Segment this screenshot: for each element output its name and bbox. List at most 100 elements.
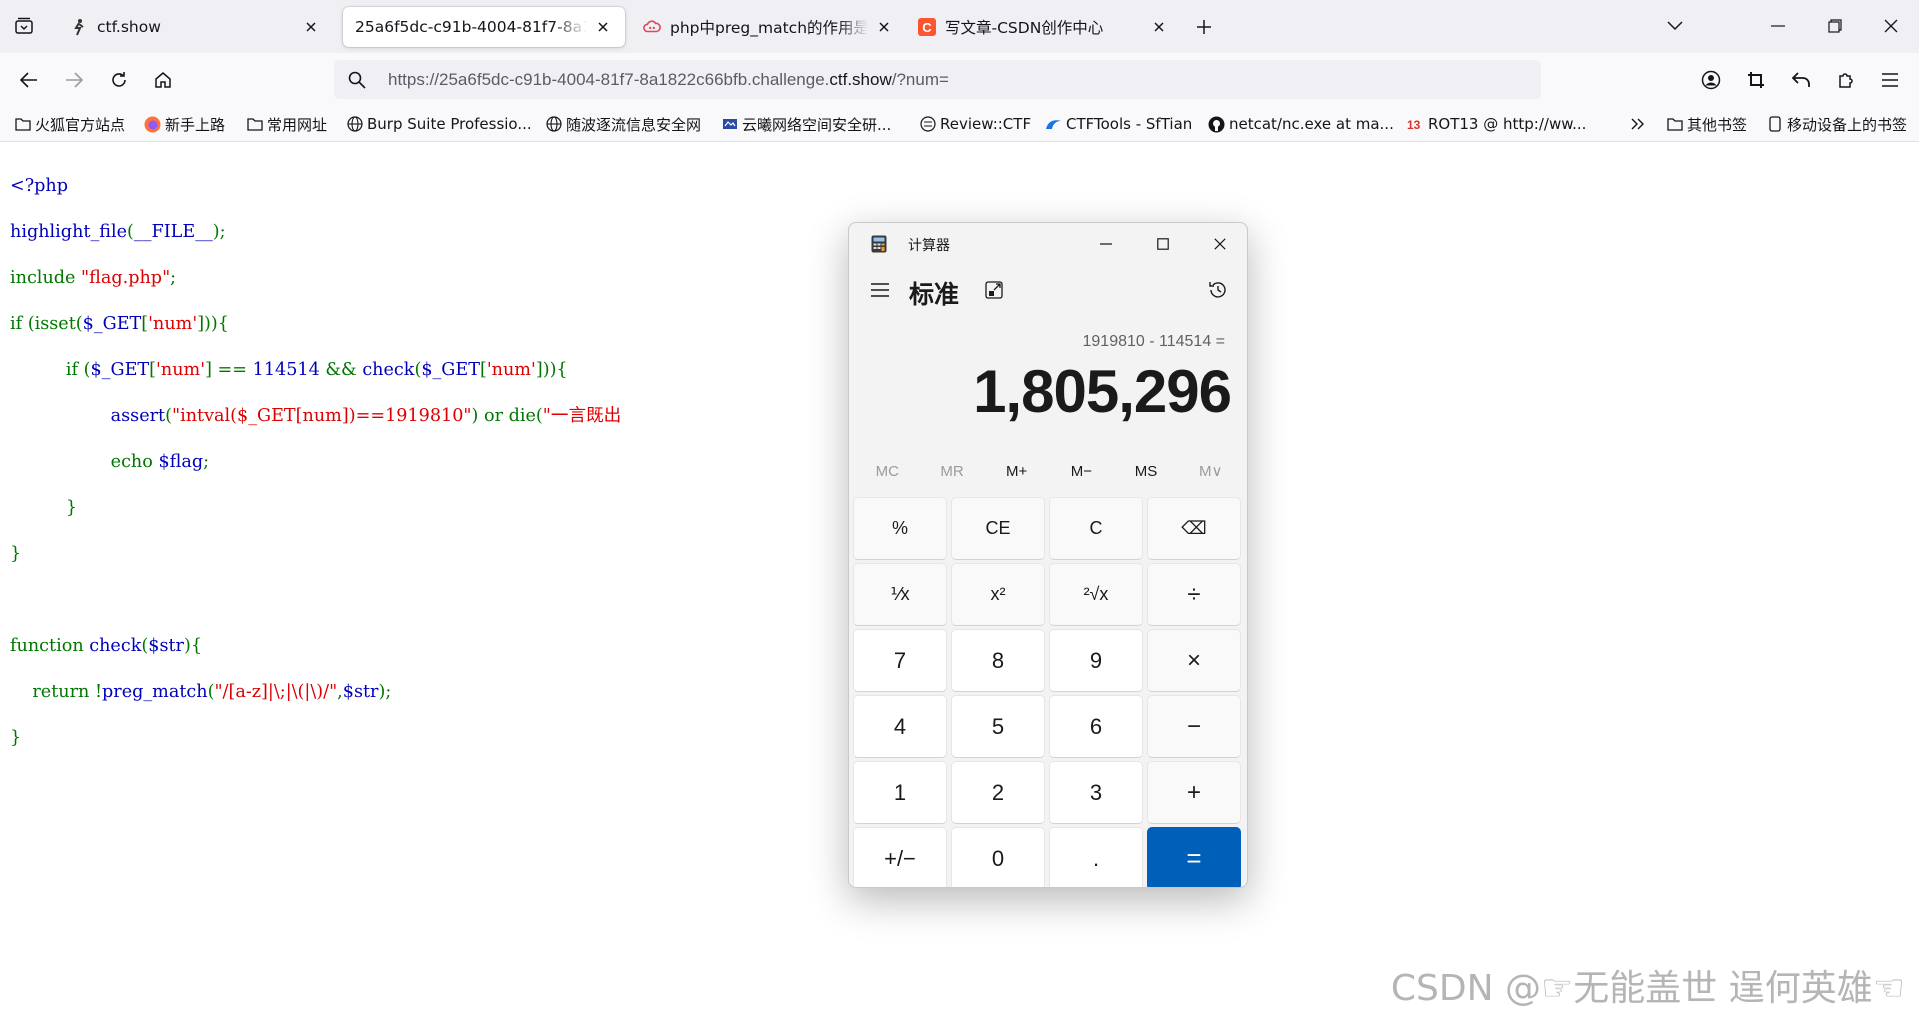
- code-token: or: [484, 406, 509, 426]
- bookmark-yunxi[interactable]: 云曦网络空间安全研...: [721, 113, 891, 135]
- keep-on-top-button[interactable]: [979, 275, 1009, 305]
- bookmark-other[interactable]: 其他书签: [1666, 113, 1747, 135]
- square-button[interactable]: x²: [951, 563, 1045, 626]
- calculator-close-button[interactable]: [1197, 227, 1243, 261]
- tab-ctfshow[interactable]: ctf.show: [58, 7, 333, 47]
- undo-close-button[interactable]: [1785, 64, 1817, 96]
- chevron-down-icon: [1667, 21, 1683, 31]
- digit-8-button[interactable]: 8: [951, 629, 1045, 692]
- negate-button[interactable]: +/−: [853, 827, 947, 887]
- screenshot-button[interactable]: [1740, 64, 1772, 96]
- home-button[interactable]: [147, 64, 179, 96]
- reciprocal-button[interactable]: ⅟x: [853, 563, 947, 626]
- memory-store-button[interactable]: MS: [1114, 453, 1179, 489]
- close-window-button[interactable]: [1871, 8, 1911, 44]
- memory-add-button[interactable]: M+: [984, 453, 1049, 489]
- bookmark-suibo[interactable]: 随波逐流信息安全网: [545, 113, 701, 135]
- digit-5-button[interactable]: 5: [951, 695, 1045, 758]
- url-bar[interactable]: https://25a6f5dc-c91b-4004-81f7-8a1822c6…: [334, 60, 1541, 99]
- calculator-result: 1,805,296: [973, 358, 1232, 425]
- ctfshow-favicon-icon: [70, 18, 88, 36]
- code-token: &&: [325, 360, 363, 380]
- bookmark-burp-suite[interactable]: Burp Suite Professio...: [346, 113, 532, 135]
- new-tab-button[interactable]: [1190, 13, 1218, 41]
- list-all-tabs-button[interactable]: [1655, 8, 1695, 44]
- digit-1-button[interactable]: 1: [853, 761, 947, 824]
- mobile-icon: [1766, 116, 1783, 133]
- account-button[interactable]: [1695, 64, 1727, 96]
- bookmarks-overflow-button[interactable]: [1629, 113, 1650, 135]
- bookmark-mobile[interactable]: 移动设备上的书签: [1766, 113, 1907, 135]
- digit-9-button[interactable]: 9: [1049, 629, 1143, 692]
- arrow-right-icon: [66, 72, 83, 88]
- digit-6-button[interactable]: 6: [1049, 695, 1143, 758]
- extensions-button[interactable]: [1830, 64, 1862, 96]
- digit-0-button[interactable]: 0: [951, 827, 1045, 887]
- url-text[interactable]: https://25a6f5dc-c91b-4004-81f7-8a1822c6…: [388, 70, 949, 90]
- code-token: !: [94, 682, 103, 702]
- clear-button[interactable]: C: [1049, 497, 1143, 560]
- tab-list-button[interactable]: [10, 12, 38, 40]
- clear-entry-button[interactable]: CE: [951, 497, 1045, 560]
- tab-challenge[interactable]: 25a6f5dc-c91b-4004-81f7-8a1822c66bfb: [343, 7, 625, 47]
- bookmark-review-ctf[interactable]: Review::CTF: [919, 113, 1031, 135]
- code-token: function: [10, 636, 90, 656]
- calculator-mode-title: 标准: [909, 281, 960, 309]
- code-token: highlight_file: [10, 222, 128, 242]
- tab-close-icon[interactable]: [874, 17, 894, 37]
- decimal-button[interactable]: .: [1049, 827, 1143, 887]
- tab-close-icon[interactable]: [1149, 17, 1169, 37]
- bookmark-common-sites[interactable]: 常用网址: [246, 113, 327, 135]
- code-token: $_GET: [421, 360, 480, 380]
- code-token: ){: [183, 636, 203, 656]
- digit-2-button[interactable]: 2: [951, 761, 1045, 824]
- memory-clear-button[interactable]: MC: [855, 453, 920, 489]
- forward-button[interactable]: [58, 64, 90, 96]
- calculator-maximize-button[interactable]: [1140, 227, 1186, 261]
- tab-title: 写文章-CSDN创作中心: [945, 19, 1104, 37]
- navigation-toolbar: https://25a6f5dc-c91b-4004-81f7-8a1822c6…: [0, 53, 1919, 106]
- bookmark-label: 火狐官方站点: [35, 115, 126, 134]
- backspace-button[interactable]: ⌫: [1147, 497, 1241, 560]
- memory-list-button[interactable]: M∨: [1178, 453, 1243, 489]
- code-token: );: [212, 222, 226, 242]
- code-line: }: [10, 727, 621, 750]
- code-line: <?php: [10, 175, 621, 198]
- equals-button[interactable]: =: [1147, 827, 1241, 887]
- code-line: }: [10, 543, 621, 566]
- code-token: "flag.php": [81, 268, 171, 288]
- bookmark-ctftools[interactable]: CTFTools - SfTian: [1045, 113, 1192, 135]
- minimize-button[interactable]: [1758, 8, 1798, 44]
- tab-preg-match-article[interactable]: php中preg_match的作用是什么: [631, 7, 906, 47]
- tab-csdn-editor[interactable]: C 写文章-CSDN创作中心: [906, 7, 1181, 47]
- calculator-minimize-button[interactable]: [1083, 227, 1129, 261]
- bookmark-getting-started[interactable]: 新手上路: [144, 113, 225, 135]
- calculator-nav-menu-button[interactable]: [863, 273, 897, 307]
- code-token: 'num': [148, 314, 198, 334]
- menu-button[interactable]: [1874, 64, 1906, 96]
- digit-7-button[interactable]: 7: [853, 629, 947, 692]
- history-button[interactable]: [1201, 273, 1235, 307]
- calculator-titlebar[interactable]: 计算器: [849, 223, 1247, 265]
- divide-button[interactable]: ÷: [1147, 563, 1241, 626]
- tab-close-icon[interactable]: [593, 17, 613, 37]
- square-root-button[interactable]: ²√x: [1049, 563, 1143, 626]
- bookmark-netcat[interactable]: netcat/nc.exe at ma...: [1208, 113, 1394, 135]
- add-button[interactable]: +: [1147, 761, 1241, 824]
- memory-recall-button[interactable]: MR: [920, 453, 985, 489]
- digit-3-button[interactable]: 3: [1049, 761, 1143, 824]
- back-button[interactable]: [13, 64, 45, 96]
- memory-subtract-button[interactable]: M−: [1049, 453, 1114, 489]
- subtract-button[interactable]: −: [1147, 695, 1241, 758]
- digit-4-button[interactable]: 4: [853, 695, 947, 758]
- code-token: 114514: [252, 360, 326, 380]
- bookmark-rot13[interactable]: 13 ROT13 @ http://ww...: [1407, 113, 1586, 135]
- reload-button[interactable]: [103, 64, 135, 96]
- code-line: if (isset($_GET['num'])){: [10, 313, 621, 336]
- restore-button[interactable]: [1815, 8, 1855, 44]
- bookmark-firefox-official[interactable]: 火狐官方站点: [14, 113, 125, 135]
- multiply-button[interactable]: ×: [1147, 629, 1241, 692]
- tab-close-icon[interactable]: [301, 17, 321, 37]
- arrow-left-icon: [20, 72, 37, 88]
- percent-button[interactable]: %: [853, 497, 947, 560]
